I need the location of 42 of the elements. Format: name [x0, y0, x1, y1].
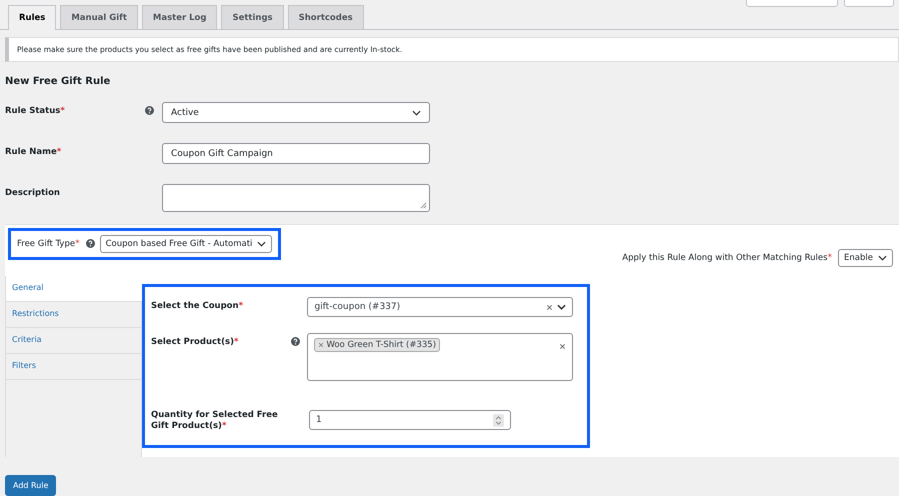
resize-grip-icon	[420, 202, 427, 209]
required-mark: *	[60, 106, 65, 116]
input-field[interactable]: Coupon Gift Campaign	[162, 143, 430, 164]
field-label: Description	[5, 188, 60, 198]
field-label: Apply this Rule Along with Other Matching Rules	[622, 252, 828, 262]
section-heading: New Free Gift Rule	[5, 76, 112, 89]
select-field[interactable]: Enable	[838, 248, 893, 266]
nav-tab[interactable]: Master Log	[142, 5, 218, 29]
select-field[interactable]: Active	[162, 102, 430, 123]
field-label: Quantity for Selected Free Gift Product(s)*	[151, 410, 278, 431]
field-label: Select Product(s)*	[151, 337, 238, 347]
clear-icon[interactable]	[546, 304, 553, 310]
required-mark: *	[828, 252, 832, 262]
chevron-icon	[556, 304, 566, 310]
nav-tab[interactable]: Shortcodes	[288, 5, 364, 29]
remove-icon[interactable]	[318, 342, 324, 348]
tag-label: Woo Green T-Shirt (#335)	[326, 340, 436, 350]
chevron-icon	[257, 240, 266, 246]
help-icon[interactable]	[290, 337, 300, 346]
add-rule-button[interactable]: Add Rule	[5, 475, 56, 496]
select-field[interactable]: gift-coupon (#337)	[307, 297, 573, 317]
multiselect-field[interactable]: Woo Green T-Shirt (#335)	[307, 333, 573, 381]
number-field[interactable]: 1	[309, 410, 511, 430]
textarea-field[interactable]	[162, 184, 430, 212]
sidebar-tab[interactable]: General	[6, 276, 142, 302]
nav-tab[interactable]: Rules	[8, 5, 56, 30]
select-field[interactable]: Coupon based Free Gift - Automati	[100, 234, 272, 252]
chevron-icon	[878, 254, 887, 260]
nav-tab[interactable]: Manual Gift	[60, 5, 138, 29]
required-mark: *	[56, 147, 62, 157]
help-icon[interactable]	[145, 106, 154, 115]
field-label: Select the Coupon*	[151, 301, 244, 311]
clear-icon[interactable]	[558, 343, 566, 350]
field-label: Free Gift Type	[17, 238, 76, 248]
chevron-icon	[412, 110, 421, 116]
spinner-icon[interactable]	[493, 414, 504, 426]
nav-tab[interactable]: Settings	[221, 5, 284, 29]
help-icon[interactable]	[86, 239, 95, 248]
field-label: Rule Name	[5, 147, 57, 157]
field-label: Rule Status	[5, 106, 60, 116]
required-mark: *	[75, 238, 80, 248]
product-tag[interactable]: Woo Green T-Shirt (#335)	[314, 338, 440, 352]
